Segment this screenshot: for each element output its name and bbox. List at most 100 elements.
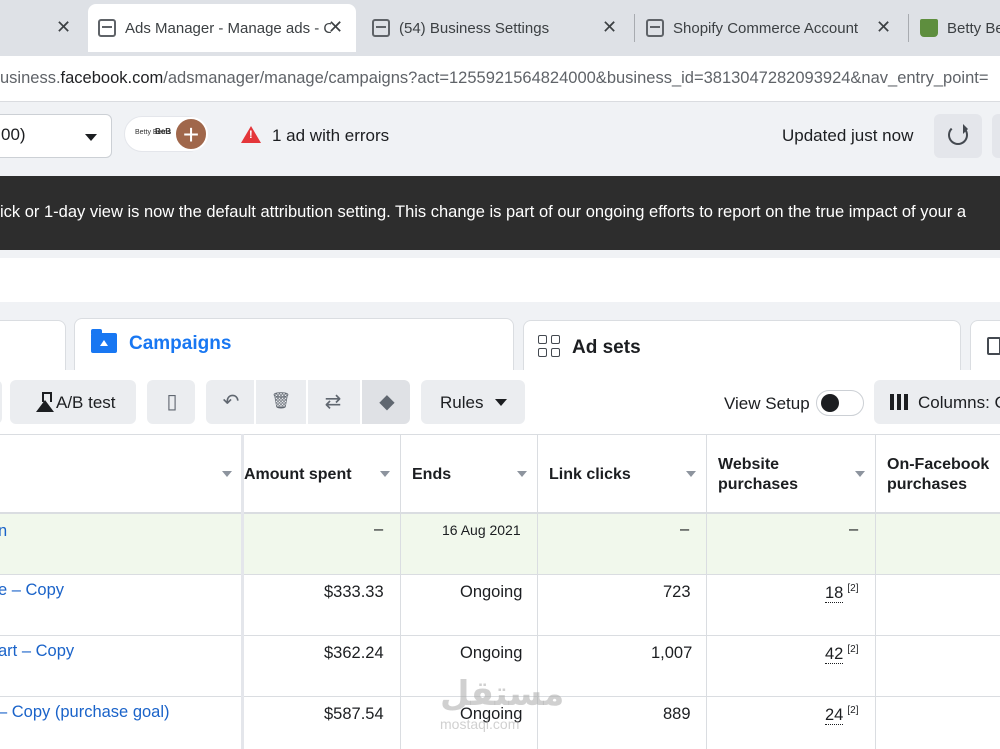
watermark-latin: mostaql.com (440, 716, 520, 732)
browser-tab-shopify[interactable]: Shopify Commerce Account ✕ (636, 6, 906, 50)
tab-separator (634, 14, 635, 42)
duplicate-button[interactable]: ▯ (147, 380, 195, 424)
cell-ends: Ongoing (460, 583, 523, 601)
sort-caret-icon (686, 471, 696, 477)
view-setup-toggle[interactable] (816, 390, 864, 416)
cell-ends: 16 Aug 2021 (442, 522, 521, 538)
undo-icon: ↶ (222, 391, 240, 413)
columns-dropdown[interactable]: Columns: C (874, 380, 1000, 424)
cell-link-clicks: 1,007 (651, 644, 693, 662)
campaign-folder-icon (91, 329, 117, 353)
chevron-down-icon (495, 399, 507, 406)
cell-amount-spent: $333.33 (324, 583, 384, 601)
cell-amount-spent: – (374, 520, 384, 538)
view-setup-label: View Setup (724, 394, 810, 413)
column-header-website-purchases[interactable]: Website purchases (706, 435, 875, 515)
close-tab-icon[interactable]: ✕ (602, 17, 617, 38)
refresh-button[interactable] (934, 114, 982, 158)
cell-link-clicks: 723 (663, 583, 691, 601)
flask-icon (36, 392, 54, 412)
delete-button[interactable]: 🗑 (256, 380, 306, 424)
ads-icon (987, 337, 1000, 355)
table-header: Amount spent Ends Link clicks Website pu… (0, 434, 1000, 514)
tab-title: (54) Business Settings (399, 19, 550, 37)
undo-button[interactable]: ↶ (206, 380, 254, 424)
campaign-name-link[interactable]: – Copy (purchase goal) (0, 703, 170, 722)
columns-label: Columns: C (918, 393, 1000, 412)
rules-dropdown[interactable]: Rules (421, 380, 525, 424)
swap-arrows-icon: ⇄ (324, 391, 342, 413)
column-divider (400, 434, 401, 749)
page-favicon-icon (98, 19, 116, 37)
tab-title: Betty Bern (947, 19, 1000, 37)
banner-text: ick or 1-day view is now the default att… (0, 203, 967, 221)
tab-campaigns[interactable]: Campaigns (74, 318, 514, 372)
attribution-notice-banner: ick or 1-day view is now the default att… (0, 176, 1000, 250)
ab-test-label: A/B test (56, 393, 116, 412)
cell-website-purchases: – (849, 520, 859, 538)
chevron-down-icon (85, 134, 97, 141)
ads-manager-header: 00) Betty Berns BeB + 1 ad with errors U… (0, 102, 1000, 176)
page-favicon-icon (372, 19, 390, 37)
campaign-name-link[interactable]: e – Copy (0, 581, 64, 600)
swap-button[interactable]: ⇄ (308, 380, 360, 424)
cell-website-purchases[interactable]: 24 [2] (825, 705, 858, 725)
errors-link[interactable]: 1 ad with errors (272, 126, 389, 146)
tab-separator (908, 14, 909, 42)
brand-logo-mark: BeB (155, 127, 172, 136)
close-tab-icon[interactable]: ✕ (328, 17, 343, 38)
ad-sets-grid-icon (538, 335, 562, 359)
watermark-arabic: مستقل (440, 675, 565, 713)
browser-tab-ads-manager[interactable]: Ads Manager - Manage ads - Campaigns ✕ (88, 4, 356, 52)
campaign-name-link[interactable]: art – Copy (0, 642, 74, 661)
tab-account-overview[interactable] (0, 320, 66, 370)
sort-caret-icon (222, 471, 232, 477)
close-tab-icon[interactable]: ✕ (56, 17, 71, 38)
column-header-amount-spent[interactable]: Amount spent (242, 435, 400, 515)
tab-title: Shopify Commerce Account (673, 19, 859, 37)
tab-ad-sets-label: Ad sets (572, 337, 641, 358)
column-header-name[interactable] (0, 435, 242, 515)
address-bar[interactable]: usiness.facebook.com/adsmanager/manage/c… (0, 56, 1000, 102)
campaign-name-link[interactable]: n (0, 522, 7, 541)
cell-website-purchases[interactable]: 42 [2] (825, 644, 858, 664)
cell-amount-spent: $362.24 (324, 644, 384, 662)
browser-tab-betty[interactable]: Betty Bern (910, 6, 1000, 50)
add-account-button[interactable]: + (174, 117, 208, 151)
warning-icon (241, 126, 261, 143)
tab-ad-sets[interactable]: Ad sets (523, 320, 961, 370)
column-header-link-clicks[interactable]: Link clicks (537, 435, 706, 515)
table-row[interactable]: e – Copy $333.33 Ongoing 723 18 [2] (0, 575, 1000, 636)
page-favicon-icon (646, 19, 664, 37)
tab-title: Ads Manager - Manage ads - Campaigns (125, 19, 331, 37)
tag-icon: ◆ (379, 391, 395, 413)
url-text[interactable]: usiness.facebook.com/adsmanager/manage/c… (0, 69, 988, 88)
tab-ads[interactable] (970, 320, 1000, 370)
column-divider (875, 434, 876, 749)
browser-tab-previous[interactable]: ✕ (0, 6, 80, 50)
tag-button[interactable]: ◆ (362, 380, 410, 424)
cell-website-purchases[interactable]: 18 [2] (825, 583, 858, 603)
column-header-on-facebook-purchases[interactable]: On-Facebook purchases (875, 435, 1000, 515)
section-gap (0, 250, 1000, 258)
account-selector[interactable]: 00) (0, 114, 112, 158)
sort-caret-icon (517, 471, 527, 477)
account-selector-value: 00) (1, 125, 26, 144)
more-button[interactable] (992, 114, 1000, 158)
cell-link-clicks: 889 (663, 705, 691, 723)
column-divider (241, 434, 244, 749)
table-row[interactable]: n – 16 Aug 2021 – – (0, 514, 1000, 575)
tab-campaigns-label: Campaigns (129, 333, 232, 354)
cell-amount-spent: $587.54 (324, 705, 384, 723)
level-tabs: Campaigns Ad sets (0, 318, 1000, 372)
close-tab-icon[interactable]: ✕ (876, 17, 891, 38)
rules-label: Rules (440, 393, 484, 412)
browser-tab-business-settings[interactable]: (54) Business Settings ✕ (362, 6, 632, 50)
sort-caret-icon (380, 471, 390, 477)
sort-caret-icon (855, 471, 865, 477)
ab-test-button[interactable]: A/B test (10, 380, 136, 424)
column-header-ends[interactable]: Ends (400, 435, 537, 515)
browser-tab-strip: ✕ Ads Manager - Manage ads - Campaigns ✕… (0, 0, 1000, 56)
search-filter-bar (0, 258, 1000, 302)
create-button[interactable] (0, 380, 2, 424)
